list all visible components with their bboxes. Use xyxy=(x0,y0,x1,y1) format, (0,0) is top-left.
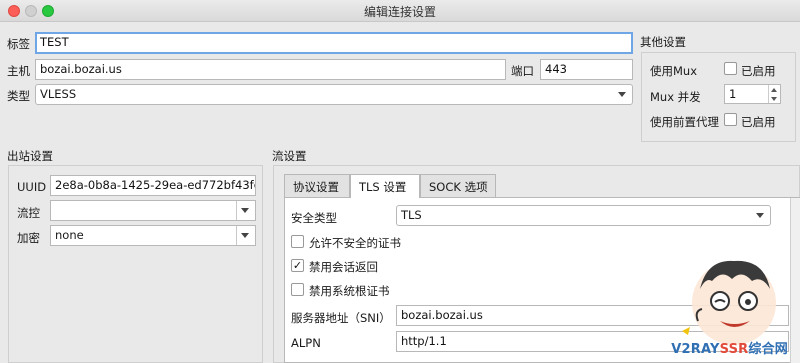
tag-label: 标签 xyxy=(7,37,30,51)
chevron-down-icon xyxy=(241,233,249,238)
allow-insecure-label: 允许不安全的证书 xyxy=(309,236,401,250)
mux-concurrency-value: 1 xyxy=(729,87,737,101)
port-input[interactable]: 443 xyxy=(540,59,633,80)
encryption-label: 加密 xyxy=(17,231,40,245)
security-type-value: TLS xyxy=(401,208,422,222)
flow-label: 流控 xyxy=(17,206,40,220)
chevron-down-icon xyxy=(756,213,764,218)
mux-enabled-label: 已启用 xyxy=(741,64,776,78)
pre-proxy-enabled-label: 已启用 xyxy=(741,115,776,129)
title-bar: 编辑连接设置 xyxy=(0,0,800,22)
other-settings-heading: 其他设置 xyxy=(640,35,686,49)
tab-tls[interactable]: TLS 设置 xyxy=(350,174,420,198)
encryption-select[interactable]: none xyxy=(50,225,256,246)
disable-session-resumption-checkbox[interactable]: ✓ xyxy=(291,259,304,272)
alpn-label: ALPN xyxy=(291,336,321,350)
disable-system-root-label: 禁用系统根证书 xyxy=(309,284,390,298)
port-label: 端口 xyxy=(511,64,534,78)
sni-label: 服务器地址（SNI） xyxy=(291,311,391,325)
chevron-down-icon xyxy=(618,92,626,97)
pre-proxy-checkbox[interactable] xyxy=(724,113,737,126)
disable-system-root-checkbox[interactable] xyxy=(291,283,304,296)
mux-concurrency-label: Mux 并发 xyxy=(650,90,701,104)
allow-insecure-checkbox[interactable] xyxy=(291,235,304,248)
host-input[interactable]: bozai.bozai.us xyxy=(35,59,506,80)
mux-concurrency-stepper[interactable]: 1 xyxy=(724,84,781,104)
stepper-arrows-icon[interactable] xyxy=(768,85,778,103)
pre-proxy-label: 使用前置代理 xyxy=(650,115,719,129)
uuid-label: UUID xyxy=(17,180,47,194)
type-select-value: VLESS xyxy=(40,87,77,101)
window-title: 编辑连接设置 xyxy=(363,5,436,19)
mux-checkbox[interactable] xyxy=(724,62,737,75)
stream-settings-heading: 流设置 xyxy=(272,149,307,163)
type-label: 类型 xyxy=(7,89,30,103)
security-type-label: 安全类型 xyxy=(291,211,337,225)
tab-protocol[interactable]: 协议设置 xyxy=(284,174,350,197)
mux-label: 使用Mux xyxy=(650,64,698,78)
disable-session-resumption-label: 禁用会话返回 xyxy=(309,260,378,274)
tab-sock-options[interactable]: SOCK 选项 xyxy=(420,174,496,197)
flow-select[interactable] xyxy=(50,200,256,221)
type-select[interactable]: VLESS xyxy=(35,84,633,105)
site-watermark-logo: V2RAYSSR综合网 xyxy=(662,251,792,361)
chevron-down-icon xyxy=(241,208,249,213)
tag-input[interactable]: TEST xyxy=(35,32,633,54)
security-type-select[interactable]: TLS xyxy=(396,205,771,226)
host-label: 主机 xyxy=(7,64,30,78)
watermark-text: V2RAYSSR综合网 xyxy=(671,342,788,357)
outbound-settings-heading: 出站设置 xyxy=(7,149,53,163)
uuid-input[interactable]: 2e8a-0b8a-1425-29ea-ed772bf43fea xyxy=(50,175,256,196)
encryption-select-value: none xyxy=(55,228,84,242)
